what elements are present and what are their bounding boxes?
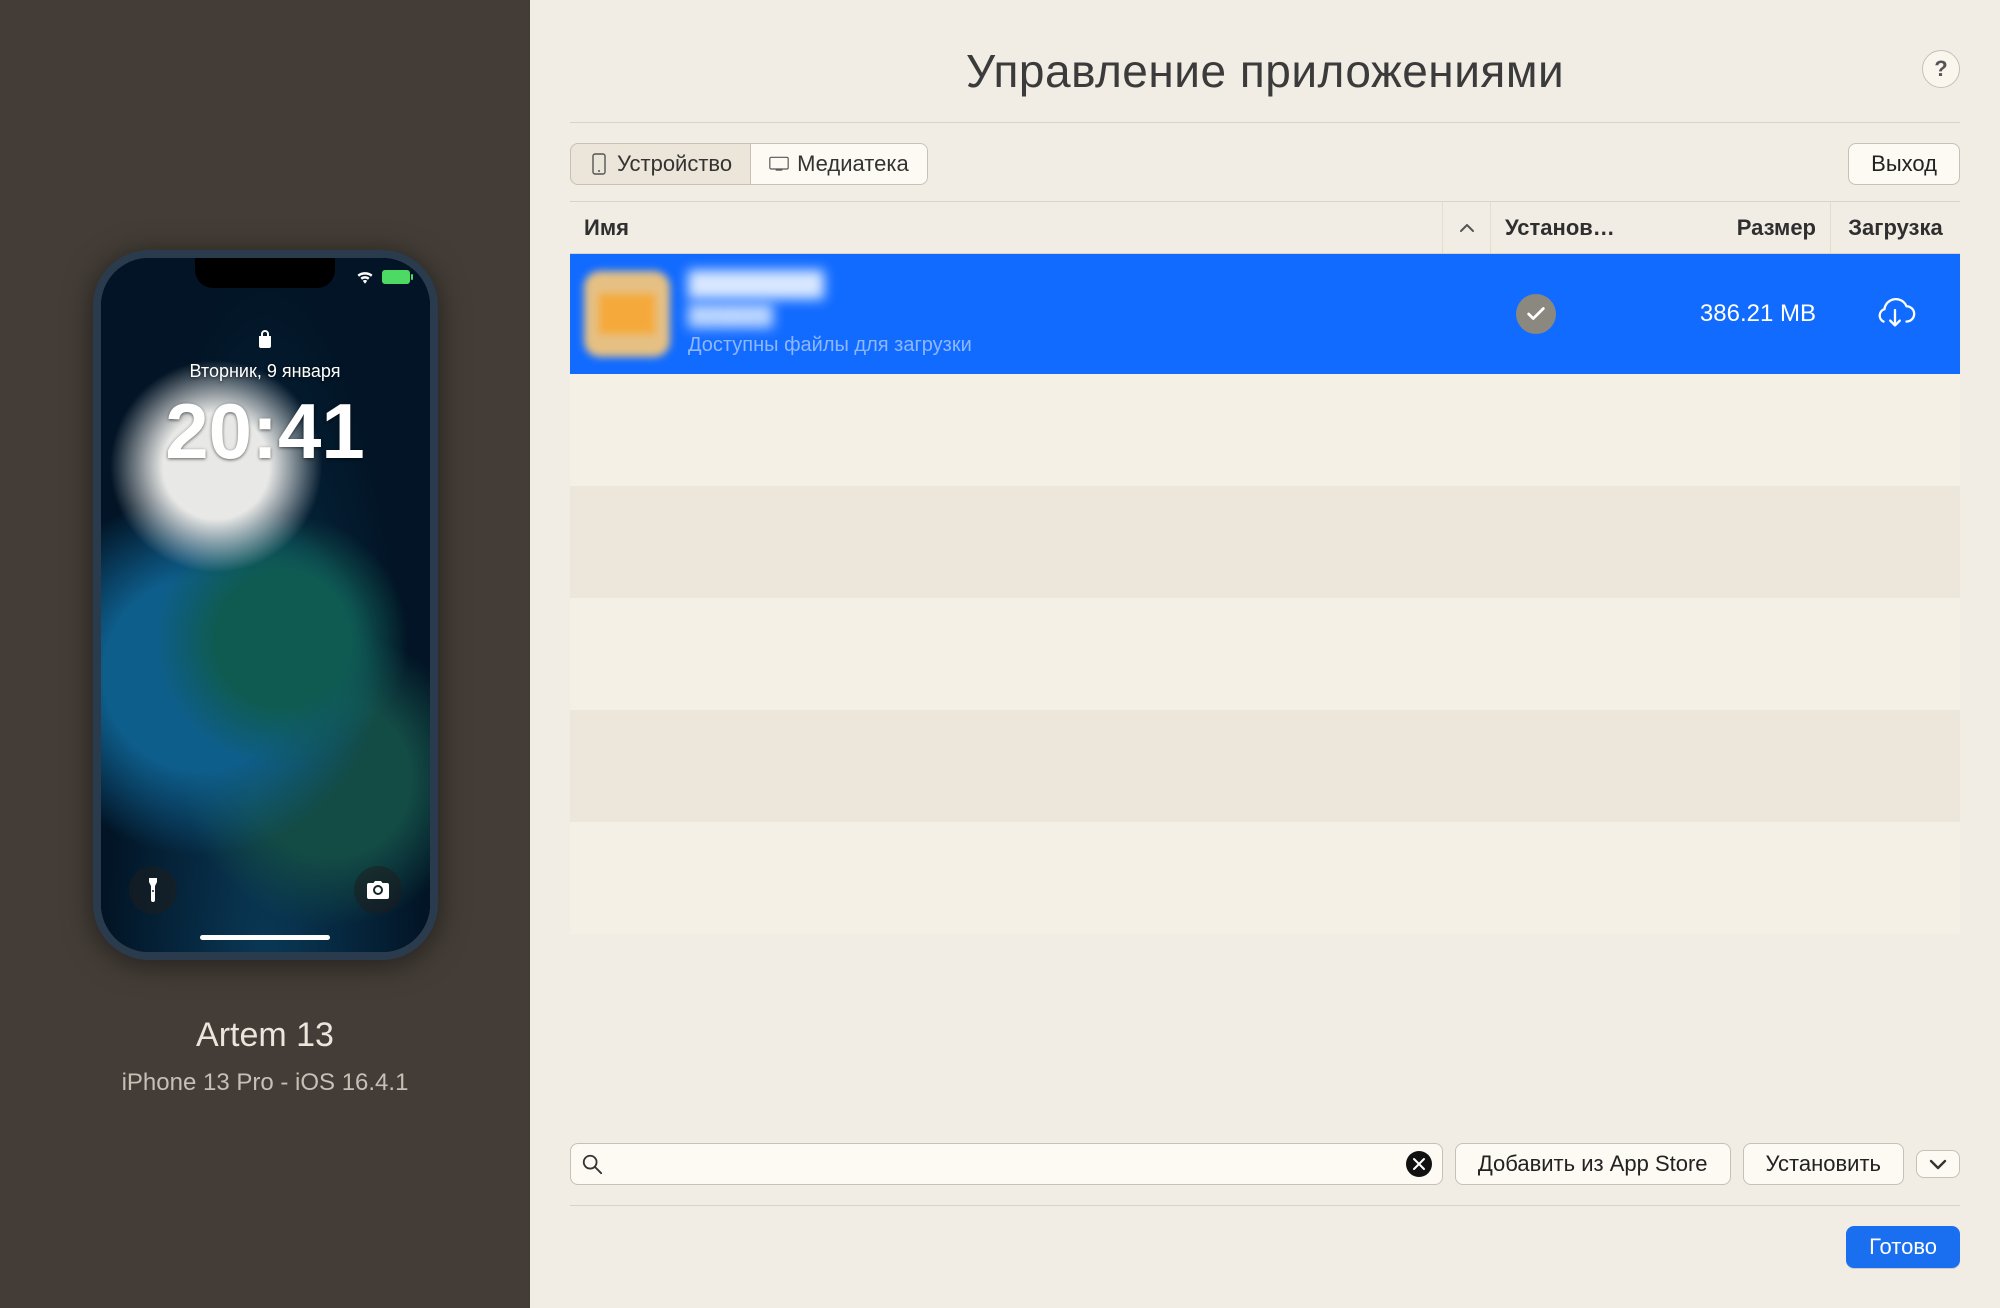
phone-notch [195,258,335,288]
cell-download [1830,254,1960,374]
lockscreen: Вторник, 9 января 20:41 [101,328,430,477]
cell-name: ████████ ██████ Доступны файлы для загру… [570,254,1442,374]
search-field[interactable] [570,1143,1443,1185]
table-row-empty [570,486,1960,598]
help-icon: ? [1934,56,1947,82]
column-installed[interactable]: Установ… [1490,202,1630,253]
search-icon [581,1153,603,1175]
device-preview: Вторник, 9 января 20:41 [93,250,438,960]
table-body[interactable]: ████████ ██████ Доступны файлы для загру… [570,254,1960,1127]
home-indicator [200,935,330,940]
x-icon [1412,1157,1426,1171]
column-sort-indicator[interactable] [1442,202,1490,253]
lockscreen-shortcuts [101,866,430,914]
main-panel: Управление приложениями ? Устройство Мед… [530,0,2000,1308]
cloud-download-icon[interactable] [1872,292,1918,337]
page-title: Управление приложениями [966,44,1564,98]
exit-button[interactable]: Выход [1848,143,1960,185]
column-name[interactable]: Имя [570,202,1442,253]
app-vendor-label: ██████ [688,305,972,328]
apps-table: Имя Установ… Размер Загрузка ████████ [570,202,1960,1127]
phone-status-bar [356,270,410,284]
app-note-label: Доступны файлы для загрузки [688,334,972,357]
chevron-up-icon [1459,222,1475,234]
lock-icon [257,328,273,353]
flashlight-icon [129,866,177,914]
add-from-appstore-button[interactable]: Добавить из App Store [1455,1143,1731,1185]
view-segmented-control: Устройство Медиатека [570,143,928,185]
installed-check-icon [1516,294,1556,334]
app-icon [584,271,670,357]
table-row-empty [570,374,1960,486]
install-menu-button[interactable] [1916,1150,1960,1178]
column-size[interactable]: Размер [1630,202,1830,253]
chevron-down-icon [1929,1158,1947,1170]
exit-button-label: Выход [1871,151,1937,177]
table-row-empty [570,822,1960,934]
tab-device[interactable]: Устройство [571,144,750,184]
app-name-label: ████████ [688,271,972,299]
done-row: Готово [570,1206,1960,1268]
app-text: ████████ ██████ Доступны файлы для загру… [688,271,972,357]
done-button[interactable]: Готово [1846,1226,1960,1268]
table-header: Имя Установ… Размер Загрузка [570,202,1960,254]
help-button[interactable]: ? [1922,50,1960,88]
library-icon [769,151,789,177]
footer-row: Добавить из App Store Установить [570,1127,1960,1206]
table-row[interactable]: ████████ ██████ Доступны файлы для загру… [570,254,1960,374]
table-row-empty [570,598,1960,710]
table-row-empty [570,710,1960,822]
camera-icon [354,866,402,914]
lockscreen-date: Вторник, 9 января [190,361,341,382]
install-button[interactable]: Установить [1743,1143,1904,1185]
device-icon [589,151,609,177]
column-download[interactable]: Загрузка [1830,202,1960,253]
toolbar-row: Устройство Медиатека Выход [570,123,1960,202]
wifi-icon [356,270,374,284]
tab-library[interactable]: Медиатека [750,144,927,184]
tab-library-label: Медиатека [797,151,909,177]
device-name-label: Artem 13 [196,1016,334,1055]
battery-icon [382,270,410,284]
search-input[interactable] [611,1153,1406,1176]
cell-size: 386.21 MB [1630,254,1830,374]
cell-installed [1442,254,1630,374]
title-row: Управление приложениями ? [570,44,1960,123]
device-sidebar: Вторник, 9 января 20:41 Artem 13 iPhone … [0,0,530,1308]
clear-search-button[interactable] [1406,1151,1432,1177]
device-meta-label: iPhone 13 Pro - iOS 16.4.1 [122,1069,409,1097]
tab-device-label: Устройство [617,151,732,177]
lockscreen-time: 20:41 [165,386,365,477]
